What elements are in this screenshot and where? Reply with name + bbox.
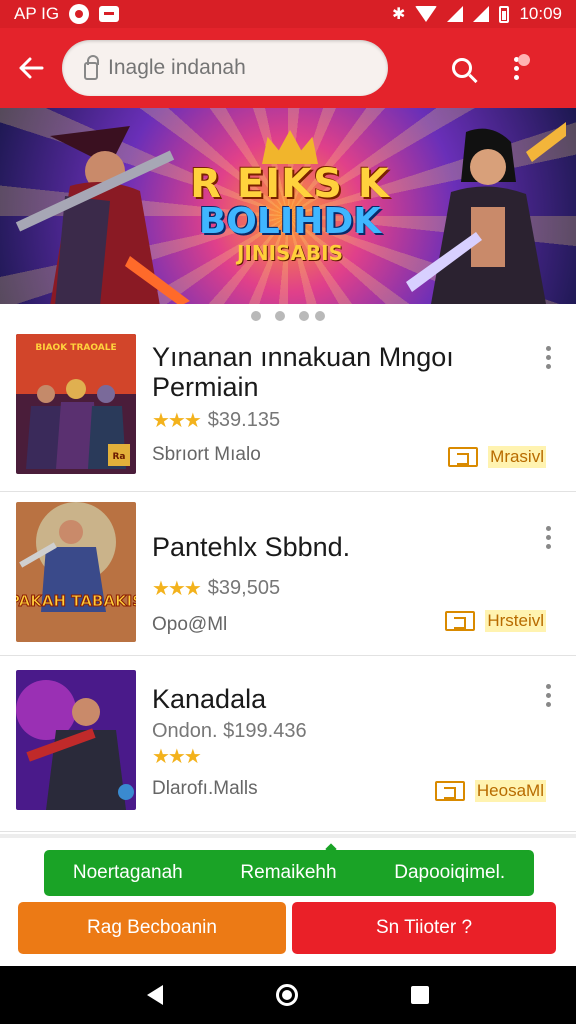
status-carrier-text: AP IG — [14, 4, 60, 23]
featured-banner[interactable]: R EIKS K BOLIHDK JINISABIS — [0, 108, 576, 304]
notification-app-icon — [69, 4, 90, 24]
banner-hero-left-image — [15, 126, 190, 304]
nav-recents-icon[interactable] — [411, 986, 430, 1004]
signal-icon — [447, 6, 464, 22]
install-tag[interactable]: Mrasivl — [448, 446, 546, 468]
star-rating-icon: ★★★ — [152, 578, 202, 600]
star-rating-icon: ★★★ — [152, 410, 202, 432]
search-input[interactable] — [108, 56, 348, 80]
ticket-icon — [448, 447, 479, 467]
category-bar: Noertaganah Remaikehh Dapooiqimel. — [44, 843, 534, 896]
item-overflow-button[interactable] — [540, 346, 556, 382]
overflow-menu-button[interactable] — [496, 36, 536, 100]
game-price: Ondon. $199.436 — [152, 720, 307, 742]
install-tag[interactable]: HeosaMl — [434, 780, 546, 802]
app-bar — [0, 28, 576, 108]
secondary-action-button[interactable]: Sn Tiioter ? — [292, 902, 556, 954]
game-thumbnail: BIAOK TRAOALE Ra — [16, 334, 136, 474]
banner-logo-line2: BOLIHDK — [198, 201, 382, 242]
game-list-item[interactable]: Kanadala Ondon. $199.436 ★★★ Dlarofı.Mal… — [0, 656, 576, 832]
game-list-item[interactable]: BIAOK TRAOALE Ra Yınanan ınnakuan Mngoı … — [0, 328, 576, 492]
rating-subrow: Ondon. $199.436 — [152, 720, 307, 743]
search-button[interactable] — [430, 36, 494, 100]
crown-icon — [262, 130, 318, 164]
rating-row: ★★★ — [152, 744, 202, 769]
bluetooth-icon: ✱ — [392, 6, 406, 23]
banner-pager — [0, 304, 576, 328]
item-overflow-button[interactable] — [540, 526, 556, 562]
banner-hero-right-image — [406, 122, 566, 304]
ticket-icon — [434, 781, 465, 801]
install-tag[interactable]: Hrsteivl — [445, 610, 546, 632]
primary-action-button[interactable]: Rag Becboanin — [18, 902, 286, 954]
thumb-badge: Ra — [112, 452, 125, 462]
message-notification-icon — [99, 6, 120, 22]
install-tag-label: Hrsteivl — [485, 610, 546, 632]
arrow-left-icon — [19, 57, 44, 79]
wifi-icon — [415, 6, 438, 22]
game-developer: Sbrıort Mıalo — [152, 444, 261, 465]
game-thumbnail: PAKAH TABAKIS — [16, 502, 136, 642]
item-overflow-button[interactable] — [540, 684, 556, 720]
nav-back-icon[interactable] — [146, 985, 163, 1005]
game-list: BIAOK TRAOALE Ra Yınanan ınnakuan Mngoı … — [0, 328, 576, 832]
game-thumbnail — [16, 670, 136, 810]
pager-dot[interactable] — [299, 311, 309, 321]
game-title: Pantehlx Sbbnd. — [152, 532, 351, 562]
game-developer: Dlarofı.Malls — [152, 778, 258, 799]
pager-dot[interactable] — [251, 311, 261, 321]
star-rating-icon: ★★★ — [152, 746, 202, 768]
notification-badge — [518, 54, 530, 66]
category-item[interactable]: Noertaganah — [73, 862, 183, 884]
battery-icon — [499, 5, 510, 23]
system-nav-bar — [0, 966, 576, 1024]
status-time: 10:09 — [519, 4, 562, 23]
game-price: $39.135 — [207, 409, 281, 431]
banner-logo-line3: JINISABIS — [236, 241, 344, 265]
thumb-caption: BIAOK TRAOALE — [35, 343, 116, 353]
search-bar[interactable] — [62, 40, 388, 96]
banner-logo-line1: R EIKS K — [190, 161, 390, 207]
back-button[interactable] — [0, 28, 62, 108]
rating-row: ★★★ $39,505 — [152, 576, 280, 601]
game-developer: Opo@Ml — [152, 614, 228, 635]
thumb-caption: PAKAH TABAKIS — [16, 592, 136, 610]
install-tag-label: Mrasivl — [488, 446, 546, 468]
lock-icon — [84, 55, 99, 80]
banner-game-logo: R EIKS K BOLIHDK JINISABIS — [185, 130, 395, 280]
category-item[interactable]: Remaikehh — [240, 862, 336, 884]
game-list-item[interactable]: PAKAH TABAKIS Pantehlx Sbbnd. ★★★ $39,50… — [0, 492, 576, 656]
rating-row: ★★★ $39.135 — [152, 408, 280, 433]
search-icon — [452, 58, 472, 78]
category-indicator — [325, 843, 337, 855]
install-tag-label: HeosaMl — [474, 780, 546, 802]
game-title: Kanadala — [152, 684, 267, 714]
nav-home-icon[interactable] — [275, 984, 298, 1006]
pager-dot[interactable] — [315, 311, 325, 321]
pager-dot[interactable] — [275, 311, 285, 321]
game-title: Yınanan ınnakuan Mngoı Permiain — [152, 342, 454, 402]
ticket-icon — [445, 611, 476, 631]
category-item[interactable]: Dapooiqimel. — [394, 862, 505, 884]
bottom-action-panel: Noertaganah Remaikehh Dapooiqimel. Rag B… — [0, 834, 576, 966]
game-price: $39,505 — [207, 577, 281, 599]
status-bar: AP IG ✱ 10:09 — [0, 0, 576, 28]
signal-secondary-icon — [473, 6, 490, 22]
